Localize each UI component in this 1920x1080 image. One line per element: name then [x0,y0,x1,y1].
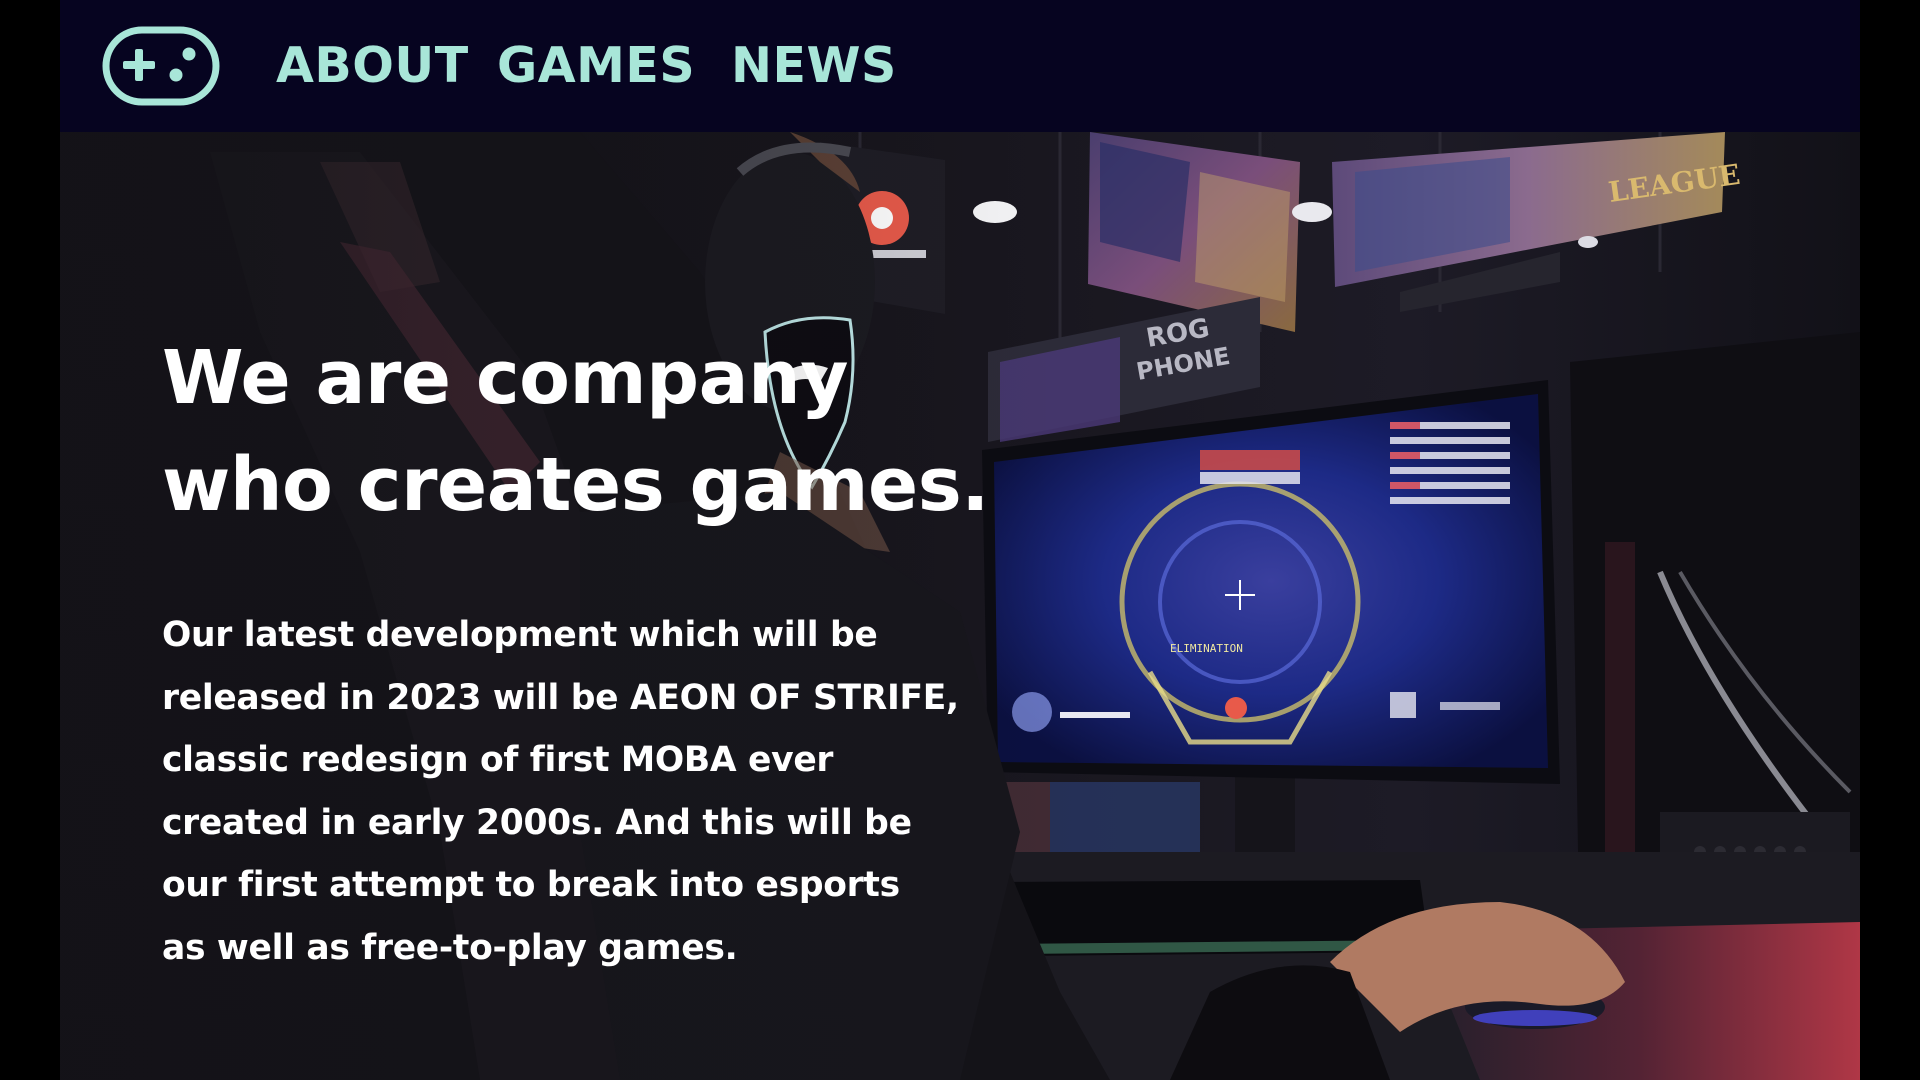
hero-description-line: classic redesign of first MOBA ever [162,740,834,780]
hero-description-line: released in 2023 will be AEON OF STRIFE, [162,677,959,718]
svg-text:ELIMINATION: ELIMINATION [1170,642,1243,655]
nav-link-games[interactable]: GAMES [497,36,695,96]
logo-link[interactable] [102,26,220,106]
page: ABOUT GAMES NEWS LEAGUE ROG PHONE ELIMIN… [60,0,1860,1080]
navbar: ABOUT GAMES NEWS [60,0,1860,132]
hero-title-line: who creates games. [162,442,989,528]
hero-description-line: as well as free-to-play games. [162,927,738,968]
hero-title-line: We are company [162,335,848,421]
hero-description-line: Our latest development which will be [162,615,878,655]
hero-title: We are company who creates games. [162,325,1062,539]
hero-description-line: our first attempt to break into esports [162,865,900,905]
hero-description-line: created in early 2000s. And this will be [162,802,912,843]
nav-link-news[interactable]: NEWS [731,36,897,96]
nav-link-about[interactable]: ABOUT [276,36,469,96]
hero-description: Our latest development which will be rel… [162,604,982,979]
hero-section: LEAGUE ROG PHONE ELIMINATION We are comp… [60,132,1860,1080]
gamepad-icon [102,26,220,106]
